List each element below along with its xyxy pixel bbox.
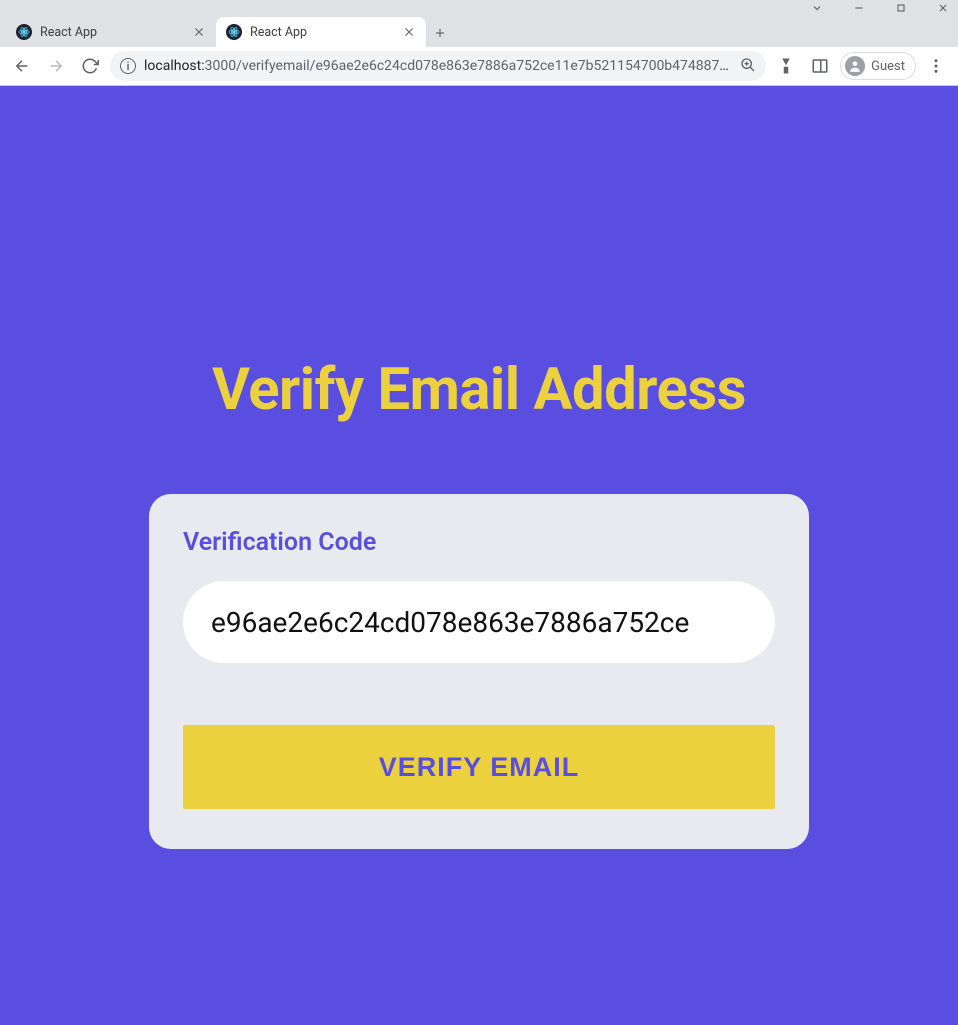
address-bar[interactable]: i localhost:3000/verifyemail/e96ae2e6c24… xyxy=(110,51,766,81)
window-maximize-button[interactable] xyxy=(894,1,908,15)
react-favicon-icon xyxy=(226,24,242,40)
nav-forward-button[interactable] xyxy=(42,52,70,80)
page-viewport: Verify Email Address Verification Code V… xyxy=(0,86,958,1025)
page-title: Verify Email Address xyxy=(212,356,746,424)
nav-reload-button[interactable] xyxy=(76,52,104,80)
caret-down-icon[interactable] xyxy=(810,1,824,15)
zoom-icon[interactable] xyxy=(740,57,756,76)
tab-title: React App xyxy=(40,25,184,40)
side-panel-button[interactable] xyxy=(806,52,834,80)
extensions-button[interactable] xyxy=(772,52,800,80)
avatar-icon xyxy=(845,56,865,76)
verification-card: Verification Code VERIFY EMAIL xyxy=(149,494,809,849)
browser-tab[interactable]: React App xyxy=(6,17,216,47)
verification-code-input[interactable] xyxy=(183,581,775,663)
verify-email-button[interactable]: VERIFY EMAIL xyxy=(183,725,775,809)
tab-close-button[interactable] xyxy=(192,25,206,39)
react-favicon-icon xyxy=(16,24,32,40)
browser-toolbar: i localhost:3000/verifyemail/e96ae2e6c24… xyxy=(0,47,958,85)
url-text: localhost:3000/verifyemail/e96ae2e6c24cd… xyxy=(144,58,732,74)
tab-strip: React App React App xyxy=(0,15,958,47)
menu-button[interactable] xyxy=(922,52,950,80)
tab-close-button[interactable] xyxy=(402,25,416,39)
window-minimize-button[interactable] xyxy=(852,1,866,15)
nav-back-button[interactable] xyxy=(8,52,36,80)
site-info-icon[interactable]: i xyxy=(120,58,136,74)
browser-tab[interactable]: React App xyxy=(216,17,426,47)
verification-code-label: Verification Code xyxy=(183,528,775,557)
window-titlebar xyxy=(0,0,958,15)
profile-label: Guest xyxy=(871,59,905,74)
tab-title: React App xyxy=(250,25,394,40)
window-close-button[interactable] xyxy=(936,1,950,15)
new-tab-button[interactable] xyxy=(426,19,454,47)
browser-chrome: React App React App xyxy=(0,0,958,86)
profile-chip[interactable]: Guest xyxy=(840,52,916,80)
